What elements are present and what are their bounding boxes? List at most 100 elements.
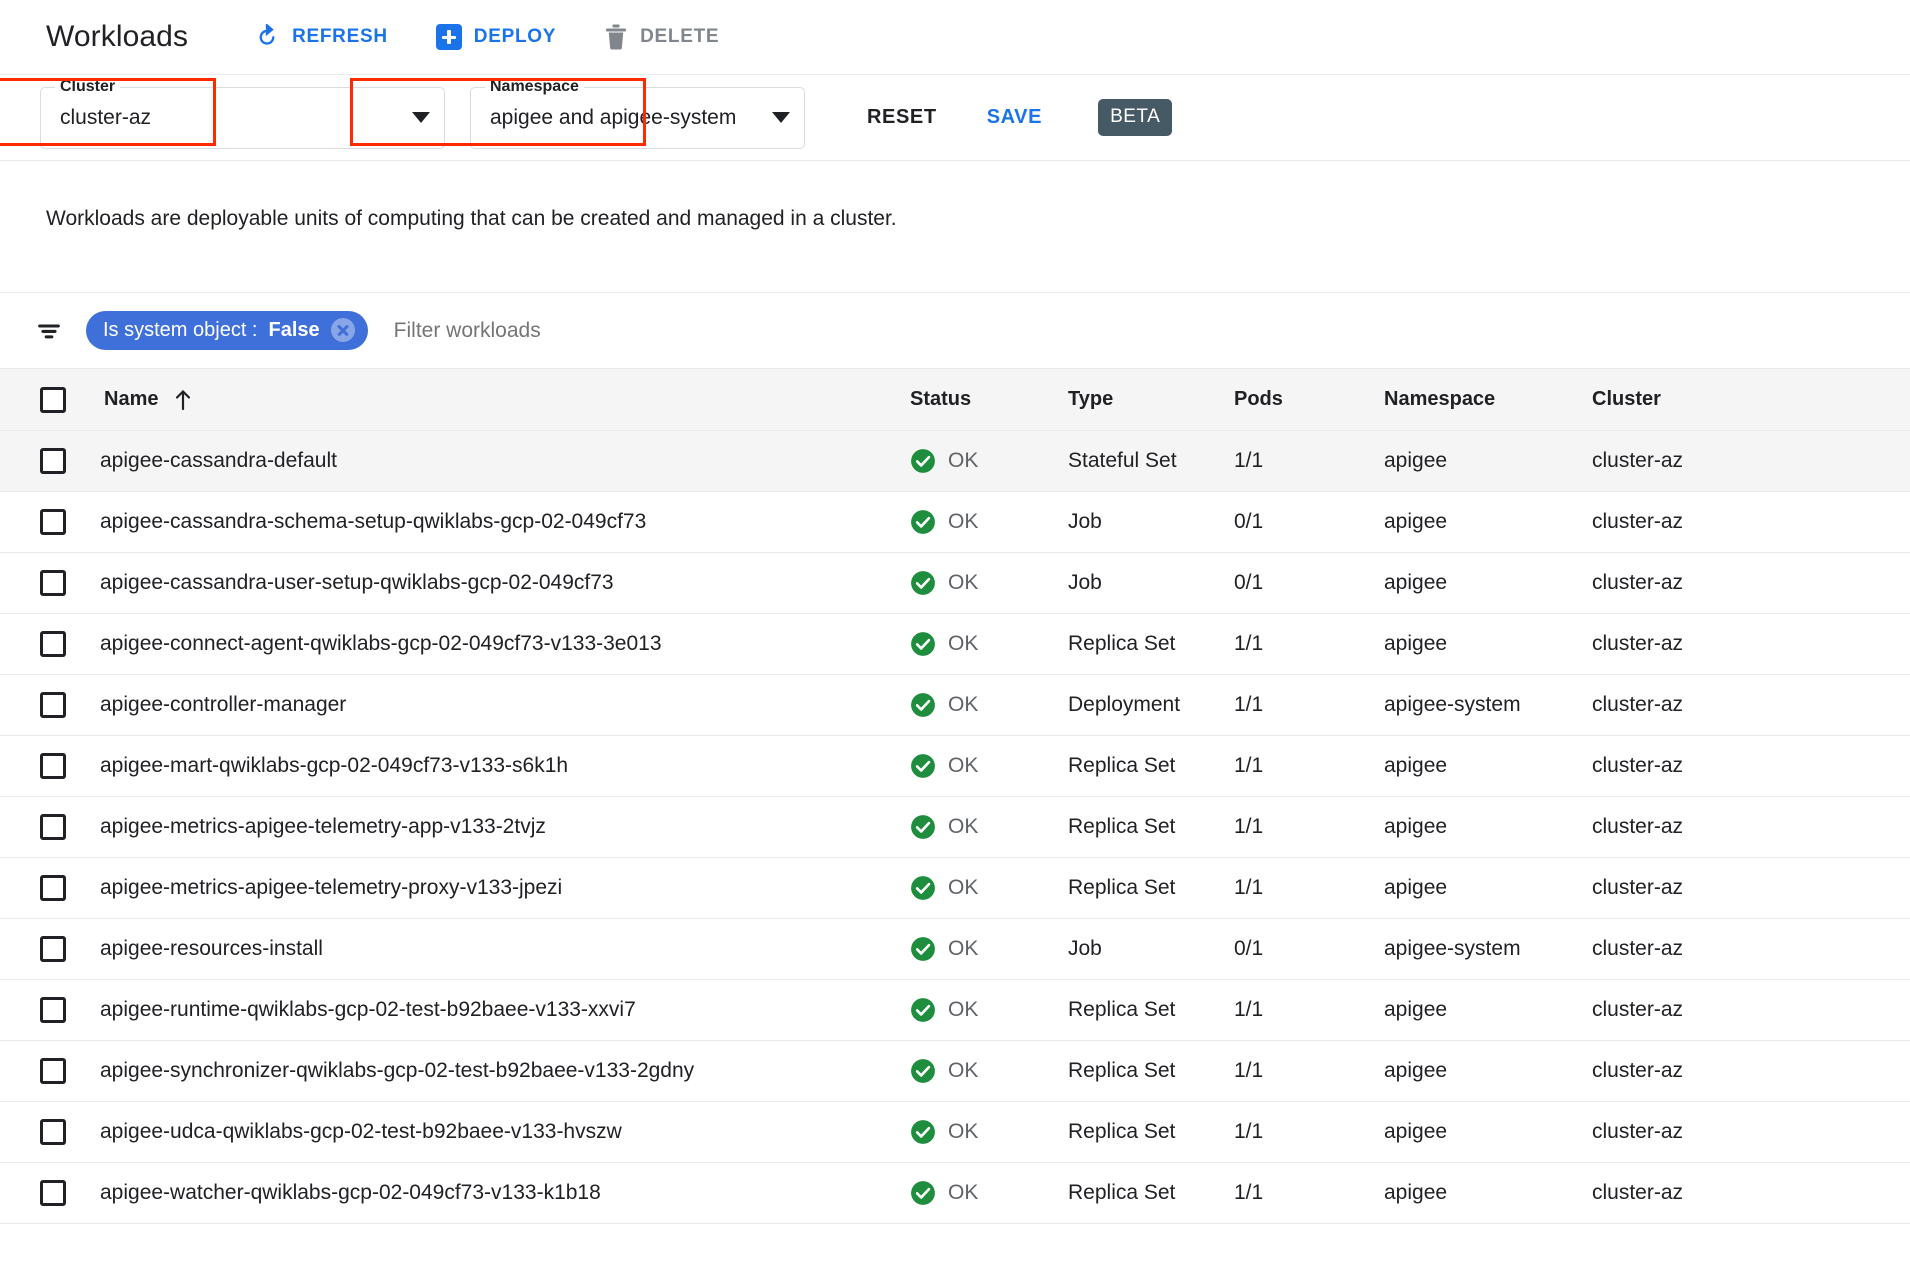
cell-pods: 0/1 <box>1234 491 1384 553</box>
table-row[interactable]: apigee-metrics-apigee-telemetry-app-v133… <box>0 796 1910 858</box>
row-checkbox[interactable] <box>40 631 66 657</box>
cell-cluster: cluster-az <box>1592 613 1910 675</box>
row-checkbox[interactable] <box>40 936 66 962</box>
page-header: Workloads REFRESH DEPLOY DELETE <box>0 0 1910 75</box>
cell-type: Replica Set <box>1068 796 1234 858</box>
cell-cluster: cluster-az <box>1592 735 1910 797</box>
cell-name[interactable]: apigee-watcher-qwiklabs-gcp-02-049cf73-v… <box>100 1162 910 1224</box>
row-checkbox[interactable] <box>40 448 66 474</box>
table-row[interactable]: apigee-connect-agent-qwiklabs-gcp-02-049… <box>0 613 1910 675</box>
status-label: OK <box>948 754 979 777</box>
row-select-cell <box>0 918 100 980</box>
status-label: OK <box>948 1059 979 1082</box>
row-checkbox[interactable] <box>40 814 66 840</box>
cell-pods: 1/1 <box>1234 796 1384 858</box>
row-checkbox[interactable] <box>40 1119 66 1145</box>
cell-namespace: apigee <box>1384 613 1592 675</box>
cell-status: OK <box>910 1162 1068 1224</box>
row-select-cell <box>0 857 100 919</box>
row-checkbox[interactable] <box>40 1058 66 1084</box>
row-checkbox[interactable] <box>40 875 66 901</box>
table-row[interactable]: apigee-cassandra-default OK Stateful Set… <box>0 430 1910 492</box>
namespace-value: apigee and apigee-system <box>490 105 737 129</box>
column-header-pods[interactable]: Pods <box>1234 368 1384 431</box>
row-select-cell <box>0 1040 100 1102</box>
cluster-value: cluster-az <box>60 105 152 129</box>
chip-key: Is system object : <box>103 318 258 341</box>
select-all-checkbox[interactable] <box>40 386 66 413</box>
status-label: OK <box>948 998 979 1021</box>
row-select-cell <box>0 979 100 1041</box>
cell-type: Deployment <box>1068 674 1234 736</box>
cell-pods: 1/1 <box>1234 1162 1384 1224</box>
arrow-up-icon <box>174 389 192 411</box>
cell-name[interactable]: apigee-udca-qwiklabs-gcp-02-test-b92baee… <box>100 1101 910 1163</box>
cluster-label: Cluster <box>55 77 121 96</box>
close-icon[interactable] <box>330 318 355 342</box>
table-row[interactable]: apigee-cassandra-schema-setup-qwiklabs-g… <box>0 491 1910 553</box>
deploy-button[interactable]: DEPLOY <box>432 18 560 56</box>
table-row[interactable]: apigee-synchronizer-qwiklabs-gcp-02-test… <box>0 1040 1910 1102</box>
table-row[interactable]: apigee-cassandra-user-setup-qwiklabs-gcp… <box>0 552 1910 614</box>
column-header-name[interactable]: Name <box>100 368 910 431</box>
column-header-cluster[interactable]: Cluster <box>1592 368 1910 431</box>
row-checkbox[interactable] <box>40 509 66 535</box>
status-label: OK <box>948 815 979 838</box>
table-row[interactable]: apigee-watcher-qwiklabs-gcp-02-049cf73-v… <box>0 1162 1910 1224</box>
table-row[interactable]: apigee-resources-install OK Job 0/1 apig… <box>0 918 1910 980</box>
row-select-cell <box>0 796 100 858</box>
row-checkbox[interactable] <box>40 1180 66 1206</box>
column-header-namespace[interactable]: Namespace <box>1384 368 1592 431</box>
beta-badge: BETA <box>1098 99 1173 136</box>
cell-name[interactable]: apigee-mart-qwiklabs-gcp-02-049cf73-v133… <box>100 735 910 797</box>
save-button[interactable]: SAVE <box>973 96 1056 139</box>
row-select-cell <box>0 613 100 675</box>
cell-cluster: cluster-az <box>1592 430 1910 492</box>
cell-cluster: cluster-az <box>1592 1101 1910 1163</box>
cell-namespace: apigee <box>1384 552 1592 614</box>
cell-name[interactable]: apigee-metrics-apigee-telemetry-proxy-v1… <box>100 857 910 919</box>
cell-name[interactable]: apigee-cassandra-user-setup-qwiklabs-gcp… <box>100 552 910 614</box>
cell-name[interactable]: apigee-runtime-qwiklabs-gcp-02-test-b92b… <box>100 979 910 1041</box>
column-header-status[interactable]: Status <box>910 368 1068 431</box>
namespace-select[interactable]: Namespace apigee and apigee-system <box>470 77 805 149</box>
cell-name[interactable]: apigee-connect-agent-qwiklabs-gcp-02-049… <box>100 613 910 675</box>
cell-name[interactable]: apigee-cassandra-schema-setup-qwiklabs-g… <box>100 491 910 553</box>
cell-type: Replica Set <box>1068 1040 1234 1102</box>
row-checkbox[interactable] <box>40 997 66 1023</box>
reset-button[interactable]: RESET <box>853 96 951 139</box>
filter-list-icon[interactable] <box>36 318 86 344</box>
cell-name[interactable]: apigee-cassandra-default <box>100 430 910 492</box>
cell-type: Stateful Set <box>1068 430 1234 492</box>
status-ok-icon <box>910 631 936 657</box>
row-checkbox[interactable] <box>40 570 66 596</box>
cell-namespace: apigee <box>1384 735 1592 797</box>
row-checkbox[interactable] <box>40 753 66 779</box>
table-row[interactable]: apigee-runtime-qwiklabs-gcp-02-test-b92b… <box>0 979 1910 1041</box>
page-description: Workloads are deployable units of comput… <box>46 207 897 230</box>
table-row[interactable]: apigee-mart-qwiklabs-gcp-02-049cf73-v133… <box>0 735 1910 797</box>
table-row[interactable]: apigee-metrics-apigee-telemetry-proxy-v1… <box>0 857 1910 919</box>
cell-namespace: apigee <box>1384 857 1592 919</box>
row-select-cell <box>0 491 100 553</box>
cell-pods: 1/1 <box>1234 979 1384 1041</box>
cell-cluster: cluster-az <box>1592 918 1910 980</box>
table-row[interactable]: apigee-udca-qwiklabs-gcp-02-test-b92baee… <box>0 1101 1910 1163</box>
cell-name[interactable]: apigee-controller-manager <box>100 674 910 736</box>
cell-name[interactable]: apigee-synchronizer-qwiklabs-gcp-02-test… <box>100 1040 910 1102</box>
filter-workloads-input[interactable] <box>391 317 812 344</box>
delete-button[interactable]: DELETE <box>600 18 723 56</box>
column-header-type[interactable]: Type <box>1068 368 1234 431</box>
refresh-button[interactable]: REFRESH <box>250 18 392 56</box>
table-row[interactable]: apigee-controller-manager OK Deployment … <box>0 674 1910 736</box>
cell-name[interactable]: apigee-metrics-apigee-telemetry-app-v133… <box>100 796 910 858</box>
status-label: OK <box>948 510 979 533</box>
cell-name[interactable]: apigee-resources-install <box>100 918 910 980</box>
row-checkbox[interactable] <box>40 692 66 718</box>
chevron-down-icon[interactable] <box>772 112 790 123</box>
filter-chip-is-system-object[interactable]: Is system object : False <box>86 311 368 350</box>
cell-namespace: apigee <box>1384 1040 1592 1102</box>
chevron-down-icon[interactable] <box>412 112 430 123</box>
cell-type: Replica Set <box>1068 1162 1234 1224</box>
cluster-select[interactable]: Cluster cluster-az <box>40 77 445 149</box>
